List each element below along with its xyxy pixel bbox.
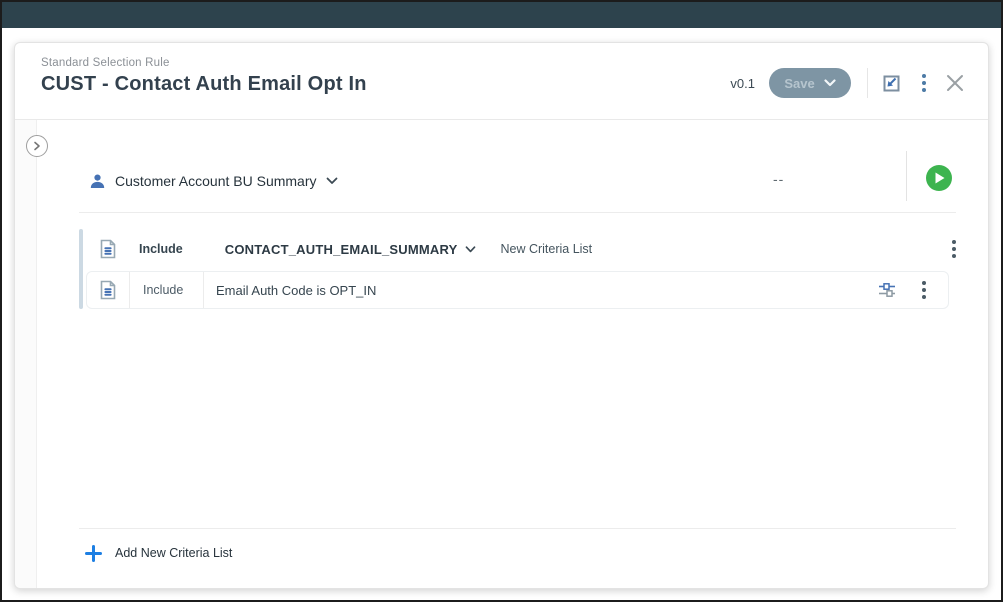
section-separator [79,212,956,213]
save-button[interactable]: Save [769,68,851,98]
add-criteria-list-button[interactable]: Add New Criteria List [85,539,232,567]
header-actions: v0.1 Save [730,67,966,99]
group-mode-label: Include [139,242,183,256]
criteria-group-accent-bar [79,229,83,309]
configure-criteria-button[interactable] [878,282,896,298]
target-data-extension-row: Customer Account BU Summary [89,163,338,199]
row-mode-label: Include [143,283,191,297]
header-separator [15,119,988,120]
expand-panel-button[interactable] [26,135,48,157]
page-title: CUST - Contact Auth Email Opt In [41,73,367,96]
criteria-list-name[interactable]: New Criteria List [500,242,592,256]
cell-divider [129,272,130,308]
cell-divider [203,272,204,308]
chevron-down-icon[interactable] [326,177,338,185]
save-button-label: Save [784,76,814,91]
header-menu-button[interactable] [916,70,932,96]
chevron-down-icon [465,246,476,253]
selection-rule-modal: Standard Selection Rule CUST - Contact A… [14,42,989,589]
criteria-row: Include Email Auth Code is OPT_IN [86,271,949,309]
add-criteria-list-label: Add New Criteria List [115,546,232,560]
plus-icon [85,545,102,562]
sliders-icon [878,282,896,298]
document-icon [99,280,117,300]
rule-type-label: Standard Selection Rule [41,57,170,69]
document-icon [99,239,117,259]
group-menu-button[interactable] [946,236,962,262]
run-button[interactable] [926,165,952,191]
version-label: v0.1 [730,76,755,91]
person-icon [89,173,106,190]
chevron-right-icon [32,141,42,151]
close-button[interactable] [944,72,966,94]
kebab-menu-icon [916,70,932,96]
edit-note-icon [882,73,902,93]
data-extension-name: CONTACT_AUTH_EMAIL_SUMMARY [225,242,458,257]
collapsed-side-panel [15,120,37,588]
edit-note-button[interactable] [882,73,902,93]
header-divider [867,68,868,98]
play-icon [934,172,945,184]
target-name[interactable]: Customer Account BU Summary [115,173,317,189]
row-menu-button[interactable] [916,277,932,303]
app-window: Standard Selection Rule CUST - Contact A… [0,0,1003,602]
kebab-menu-icon [916,277,932,303]
criteria-group-header: Include CONTACT_AUTH_EMAIL_SUMMARY New C… [99,231,962,267]
bottom-separator [79,528,956,529]
data-extension-select[interactable]: CONTACT_AUTH_EMAIL_SUMMARY [225,242,477,257]
close-icon [944,72,966,94]
app-top-bar [2,2,1001,28]
record-count-value: -- [773,171,784,187]
kebab-menu-icon [946,236,962,262]
chevron-down-icon [824,79,836,87]
criteria-summary[interactable]: Email Auth Code is OPT_IN [216,283,376,298]
play-divider [906,151,907,201]
